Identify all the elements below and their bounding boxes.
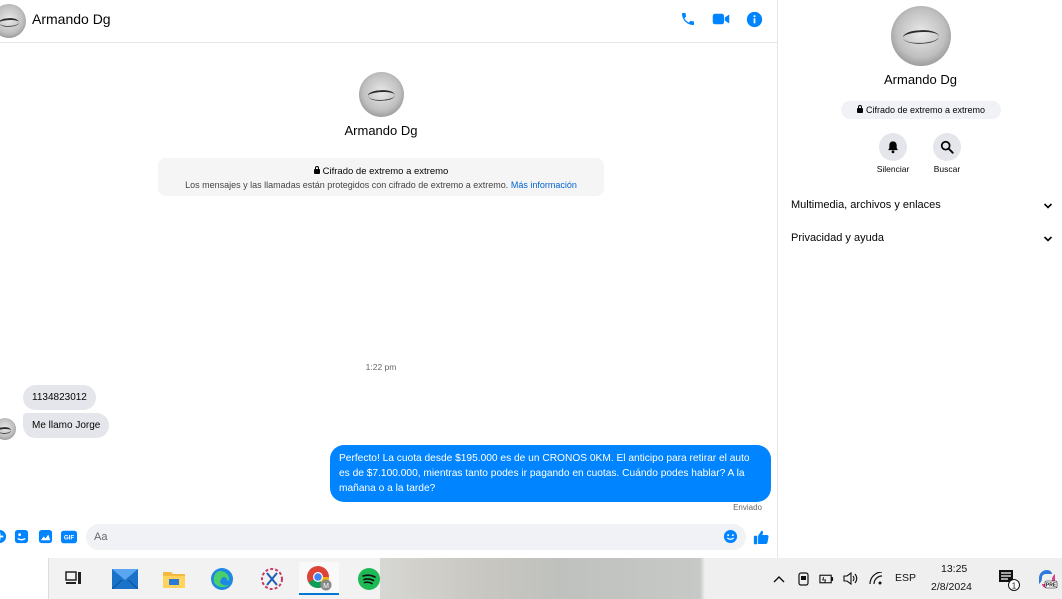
mute-label: Silenciar: [876, 164, 910, 174]
windows-taskbar: M ESP 13:25 2/8/2024 1 PRE: [0, 558, 1062, 599]
message-input[interactable]: [94, 529, 704, 545]
section-label: Privacidad y ayuda: [791, 232, 884, 244]
clock-date[interactable]: 2/8/2024: [931, 581, 972, 593]
taskbar-search-area[interactable]: [0, 558, 49, 599]
video-camera-icon[interactable]: [711, 9, 731, 29]
plus-circle-icon[interactable]: [0, 529, 7, 544]
battery-plug-icon[interactable]: [819, 571, 834, 586]
e2e-text: Los mensajes y las llamadas están proteg…: [158, 180, 604, 190]
incoming-message[interactable]: Me llamo Jorge: [23, 413, 110, 438]
e2e-description: Los mensajes y las llamadas están proteg…: [185, 180, 509, 190]
task-view-icon[interactable]: [54, 562, 94, 595]
bell-icon: [888, 141, 898, 154]
search-label: Buscar: [933, 164, 961, 174]
wifi-icon[interactable]: [868, 571, 883, 586]
e2e-notice: Cifrado de extremo a extremo Los mensaje…: [158, 158, 604, 196]
gif-icon[interactable]: GIF: [61, 529, 77, 544]
contact-name[interactable]: Armando Dg: [32, 11, 111, 27]
chat-header: Armando Dg: [0, 0, 778, 43]
section-privacy-help[interactable]: Privacidad y ayuda: [791, 232, 1053, 250]
sticker-icon[interactable]: [14, 529, 29, 544]
e2e-badge[interactable]: Cifrado de extremo a extremo: [841, 101, 1001, 119]
composer: GIF: [0, 520, 778, 554]
notification-count: 1: [1012, 582, 1017, 591]
mute-button[interactable]: [879, 133, 907, 161]
sent-status: Enviado: [733, 503, 762, 512]
chrome-profile-letter: M: [323, 583, 329, 590]
chat-panel: Armando Dg Armando Dg Cifrado de extremo…: [0, 0, 778, 558]
outgoing-message[interactable]: Perfecto! La cuota desde $195.000 es de …: [330, 445, 771, 502]
e2e-badge-text: Cifrado de extremo a extremo: [865, 105, 986, 115]
message-input-wrap: [86, 524, 746, 550]
lock-icon: [856, 105, 863, 113]
section-media-files-links[interactable]: Multimedia, archivos y enlaces: [791, 199, 1053, 217]
info-avatar[interactable]: [891, 6, 951, 66]
phone-icon[interactable]: [678, 9, 698, 29]
contact-avatar[interactable]: [0, 4, 26, 38]
conversation-info-panel: Armando Dg Cifrado de extremo a extremo …: [779, 0, 1062, 558]
e2e-title-text: Cifrado de extremo a extremo: [322, 166, 449, 177]
notification-icon[interactable]: 1: [998, 569, 1022, 591]
spotify-icon[interactable]: [349, 562, 389, 595]
info-icon[interactable]: [744, 9, 764, 29]
copilot-icon[interactable]: PRE: [1036, 568, 1058, 590]
more-info-link[interactable]: Más información: [511, 180, 577, 190]
info-contact-name[interactable]: Armando Dg: [779, 72, 1062, 87]
like-icon[interactable]: [752, 528, 770, 546]
chevron-down-icon: [1043, 201, 1053, 214]
edge-icon[interactable]: [202, 562, 242, 595]
emoji-icon[interactable]: [723, 529, 738, 544]
snipping-tool-icon[interactable]: [252, 562, 292, 595]
gallery-icon[interactable]: [38, 529, 53, 544]
copilot-badge: PRE: [1046, 583, 1057, 589]
chrome-icon[interactable]: M: [299, 562, 339, 595]
message-timestamp: 1:22 pm: [365, 362, 397, 372]
intro-name: Armando Dg: [344, 123, 418, 138]
input-language[interactable]: ESP: [895, 572, 916, 584]
mail-icon[interactable]: [105, 562, 145, 595]
file-explorer-icon[interactable]: [154, 562, 194, 595]
chevron-down-icon: [1043, 234, 1053, 247]
section-label: Multimedia, archivos y enlaces: [791, 199, 941, 211]
chevron-up-icon[interactable]: [771, 571, 786, 586]
intro-avatar: [359, 72, 404, 117]
search-button[interactable]: [933, 133, 961, 161]
e2e-title: Cifrado de extremo a extremo: [158, 166, 604, 177]
incoming-message[interactable]: 1134823012: [23, 385, 96, 410]
search-icon: [940, 140, 954, 154]
gif-label: GIF: [64, 534, 75, 541]
sender-avatar[interactable]: [0, 418, 16, 440]
messenger-window: Armando Dg Armando Dg Cifrado de extremo…: [0, 0, 1062, 558]
volume-icon[interactable]: [843, 571, 858, 586]
meet-now-icon[interactable]: [796, 571, 811, 586]
clock-time[interactable]: 13:25: [941, 563, 967, 575]
lock-icon: [313, 166, 320, 174]
